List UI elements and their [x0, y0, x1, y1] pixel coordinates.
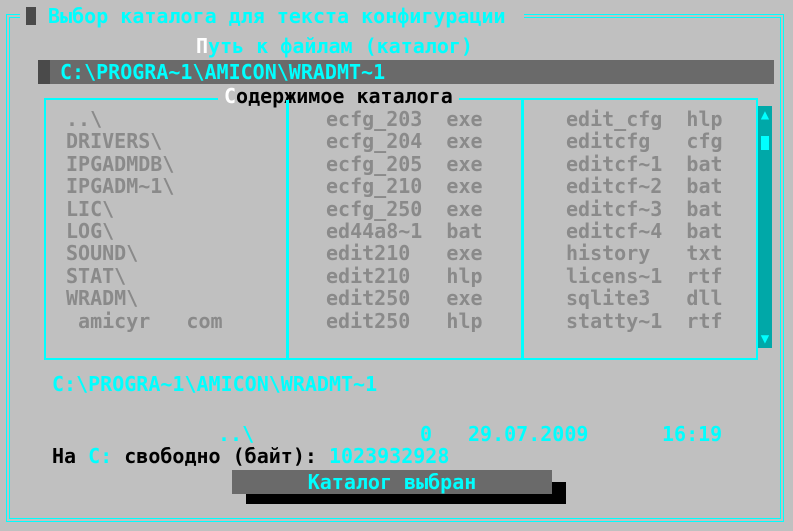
- listing-title-hotkey: С: [224, 84, 237, 108]
- list-item[interactable]: editcfg cfg: [566, 130, 723, 153]
- selected-item-time: 16:19: [662, 422, 723, 446]
- list-item[interactable]: ecfg_204 exe: [326, 130, 483, 153]
- list-item[interactable]: IPGADM~1\: [66, 175, 174, 198]
- list-item[interactable]: edit210 exe: [326, 242, 483, 265]
- list-item[interactable]: SOUND\: [66, 242, 138, 265]
- selected-item-date: 29.07.2009: [468, 422, 589, 446]
- list-item[interactable]: edit210 hlp: [326, 264, 483, 287]
- list-item[interactable]: licens~1 rtf: [566, 264, 723, 287]
- scroll-thumb[interactable]: [761, 136, 769, 150]
- list-item[interactable]: ed44a8~1 bat: [326, 220, 483, 243]
- scroll-down-arrow-icon[interactable]: ▼: [758, 330, 772, 348]
- column-separator: [521, 100, 524, 358]
- path-input-remaining-field[interactable]: [502, 62, 774, 82]
- dialog-screen: Выбор каталога для текста конфигурации П…: [0, 0, 793, 531]
- list-item[interactable]: edit250 exe: [326, 287, 483, 310]
- list-item[interactable]: ecfg_210 exe: [326, 175, 483, 198]
- free-space-line: На C: свободно (байт): 1023932928: [52, 444, 449, 468]
- column-separator: [286, 100, 289, 358]
- selected-item-name: ..\: [218, 422, 255, 446]
- list-item[interactable]: sqlite3 dll: [566, 287, 723, 310]
- free-space-drive: C:: [88, 444, 113, 468]
- list-item[interactable]: LIC\: [66, 197, 114, 220]
- list-item[interactable]: history txt: [566, 242, 723, 265]
- list-item[interactable]: editcf~1 bat: [566, 152, 723, 175]
- list-item[interactable]: edit250 hlp: [326, 309, 483, 332]
- list-item[interactable]: DRIVERS\: [66, 130, 162, 153]
- list-item[interactable]: editcf~2 bat: [566, 175, 723, 198]
- list-item[interactable]: ..\: [66, 108, 102, 131]
- list-item[interactable]: ecfg_205 exe: [326, 152, 483, 175]
- list-item[interactable]: IPGADMDB\: [66, 152, 174, 175]
- window-title: Выбор каталога для текста конфигурации: [36, 4, 518, 28]
- path-input[interactable]: C:\PROGRA~1\AMICON\WRADMT~1: [38, 60, 774, 84]
- list-item[interactable]: editcf~3 bat: [566, 197, 723, 220]
- list-item[interactable]: STAT\: [66, 264, 126, 287]
- list-item[interactable]: editcf~4 bat: [566, 220, 723, 243]
- free-space-label: свободно (байт):: [112, 444, 329, 468]
- list-item[interactable]: ecfg_250 exe: [326, 197, 483, 220]
- path-label-hotkey: П: [196, 34, 209, 58]
- scroll-up-arrow-icon[interactable]: ▲: [758, 106, 772, 124]
- window-title-bar: Выбор каталога для текста конфигурации: [20, 4, 524, 28]
- path-input-value: C:\PROGRA~1\AMICON\WRADMT~1: [60, 60, 386, 84]
- close-box-icon[interactable]: [26, 7, 36, 25]
- path-label-text: уть к файлам (каталог): [208, 34, 473, 58]
- listing-title-text: одержимое каталога: [236, 84, 453, 108]
- list-item[interactable]: LOG\: [66, 220, 114, 243]
- current-directory: C:\PROGRA~1\AMICON\WRADMT~1: [52, 372, 378, 396]
- list-item[interactable]: WRADM\: [66, 287, 138, 310]
- listing-title: Содержимое каталога: [218, 84, 459, 108]
- selected-item-size: 0: [420, 422, 433, 446]
- free-space-prefix: На: [52, 444, 89, 468]
- catalog-selected-button[interactable]: Каталог выбран: [232, 470, 552, 494]
- list-item[interactable]: edit_cfg hlp: [566, 108, 723, 131]
- free-space-value: 1023932928: [328, 444, 450, 468]
- list-item[interactable]: statty~1 rtf: [566, 309, 723, 332]
- list-item[interactable]: ecfg_203 exe: [326, 108, 483, 131]
- list-item[interactable]: amicyr com: [66, 309, 223, 332]
- path-label: Путь к файлам (каталог): [196, 34, 473, 58]
